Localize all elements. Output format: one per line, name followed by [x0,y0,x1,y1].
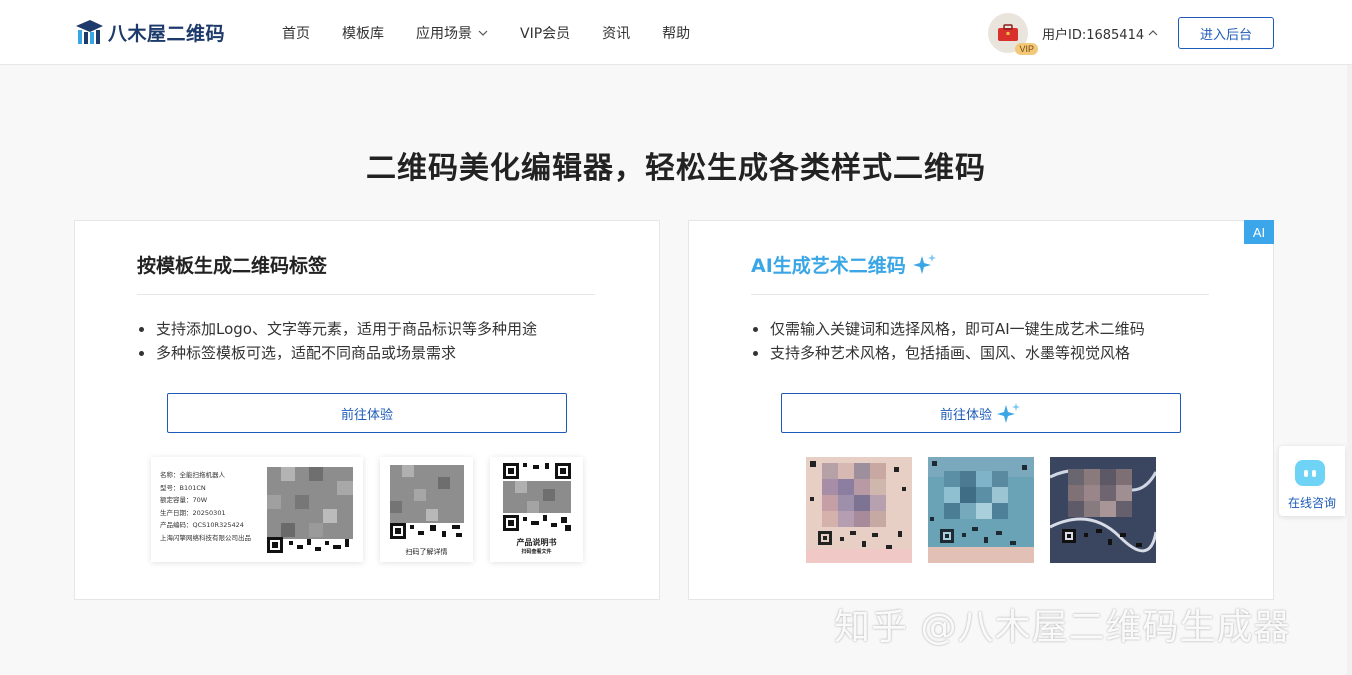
page-scrollbar[interactable] [1347,65,1352,675]
label-line: 产品编码：QCS10R325424 [160,521,244,529]
ai-feature-list: 仅需输入关键词和选择风格，即可AI一键生成艺术二维码 支持多种艺术风格，包括插画… [751,317,1145,365]
label-line: 名称：全能扫拖机器人 [160,471,225,479]
nav-home-label: 首页 [282,25,310,42]
label-line: 型号：B101CN [160,483,206,492]
top-header: 八木屋二维码 首页 模板库 应用场景 VIP会员 资讯 帮助 VIP 用户ID:… [0,0,1352,65]
nav-help[interactable]: 帮助 [662,23,690,43]
logo-text: 八木屋二维码 [108,22,226,45]
nav-news-label: 资讯 [602,25,631,42]
nav-help-label: 帮助 [662,25,691,42]
label-line: 上海闪擎网络科技有限公司出品 [160,533,251,542]
label-sample-details: 扫码了解详情 [380,457,473,562]
user-id[interactable]: 用户ID:1685414 [1042,24,1158,43]
chat-bot-eye [1312,470,1316,477]
divider [137,294,595,295]
vip-badge: VIP [1015,43,1038,55]
ai-card: AI AI生成艺术二维码 仅需输入关键词和选择风格，即可AI一键生成艺术二维码 … [688,220,1274,600]
chat-bot-eye [1304,470,1308,477]
briefcase-icon [998,24,1018,41]
list-item: 支持添加Logo、文字等元素，适用于商品标识等多种用途 [137,317,537,341]
label-sample-info: 名称：全能扫拖机器人 型号：B101CN 额定容量：70W 生产日期：20250… [160,469,251,544]
enter-backend-button[interactable]: 进入后台 [1178,17,1274,49]
label-sample-manual: 产品说明书 扫码查看文件 [490,457,583,562]
site-logo[interactable]: 八木屋二维码 [74,17,225,47]
list-item: 支持多种艺术风格，包括插画、国风、水墨等视觉风格 [751,341,1145,365]
qr-code-image [267,467,353,553]
user-id-label: 用户ID:1685414 [1042,27,1145,43]
nav-scenarios-label: 应用场景 [416,25,472,42]
template-card: 按模板生成二维码标签 支持添加Logo、文字等元素，适用于商品标识等多种用途 多… [74,220,660,600]
chat-bot-icon [1295,460,1325,486]
ai-art-qr-chinese-style [928,457,1034,563]
list-item: 多种标签模板可选，适配不同商品或场景需求 [137,341,537,365]
watermark: 知乎 @八木屋二维码生成器 [834,607,1291,648]
logo-icon [74,17,104,47]
qr-code-image [390,465,464,539]
template-feature-list: 支持添加Logo、文字等元素，适用于商品标识等多种用途 多种标签模板可选，适配不… [137,317,537,365]
page-title: 二维码美化编辑器，轻松生成各类样式二维码 [366,151,986,186]
nav-home[interactable]: 首页 [282,23,310,43]
nav-scenarios[interactable]: 应用场景 [416,23,488,43]
user-menu[interactable]: VIP 用户ID:1685414 [988,13,1158,55]
template-card-title: 按模板生成二维码标签 [137,255,328,277]
ai-card-title: AI生成艺术二维码 [751,251,938,278]
label-caption: 产品说明书 [516,538,557,547]
chevron-down-icon [478,30,488,36]
label-line: 生产日期：20250301 [160,508,226,517]
label-caption: 扫码了解详情 [405,548,448,556]
ai-art-qr-illustration [806,457,912,563]
ai-badge: AI [1244,220,1274,244]
sparkle-icon [912,253,936,274]
ai-card-title-text: AI生成艺术二维码 [751,255,906,277]
avatar[interactable]: VIP [988,13,1038,55]
online-consult-widget[interactable]: 在线咨询 [1279,446,1345,516]
nav-templates[interactable]: 模板库 [342,23,384,43]
ai-art-qr-ink-wash [1050,457,1156,563]
qr-code-image [503,463,571,531]
chevron-up-icon [1148,30,1158,36]
ai-try-button[interactable]: 前往体验 [781,393,1181,433]
divider [751,294,1209,295]
label-sample-product: 名称：全能扫拖机器人 型号：B101CN 额定容量：70W 生产日期：20250… [151,457,363,562]
nav-news[interactable]: 资讯 [602,23,630,43]
ai-try-button-label: 前往体验 [939,407,992,423]
online-consult-label: 在线咨询 [1287,496,1336,510]
sparkle-icon [997,403,1020,423]
nav-templates-label: 模板库 [342,25,384,42]
list-item: 仅需输入关键词和选择风格，即可AI一键生成艺术二维码 [751,317,1145,341]
label-line: 额定容量：70W [160,496,208,504]
template-try-button[interactable]: 前往体验 [167,393,567,433]
nav-vip-label: VIP会员 [520,25,571,42]
label-subcaption: 扫码查看文件 [521,549,552,555]
main-nav: 首页 模板库 应用场景 VIP会员 资讯 帮助 [282,0,722,65]
nav-vip[interactable]: VIP会员 [520,23,570,43]
